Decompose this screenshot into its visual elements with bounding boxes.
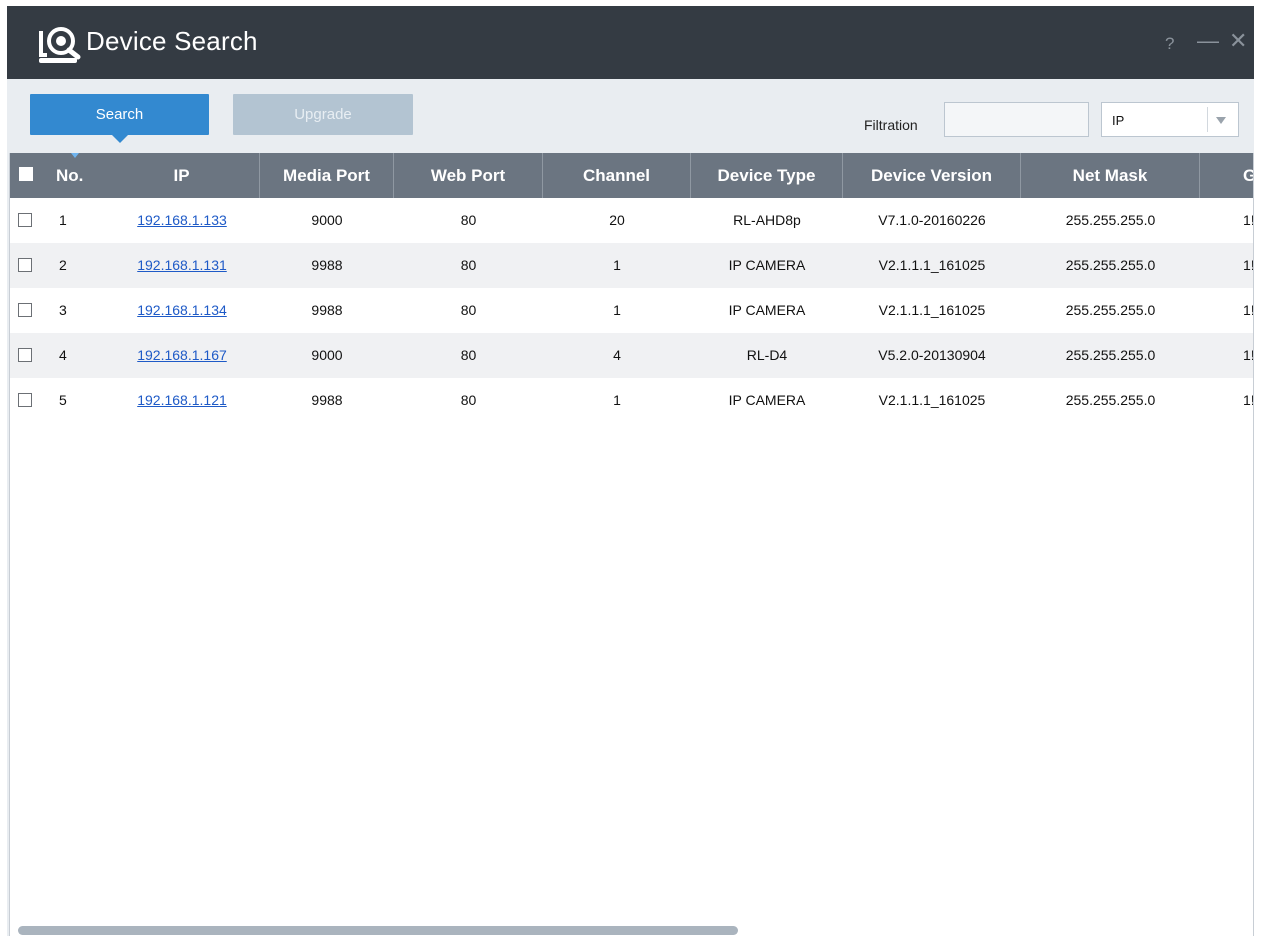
column-header-web-port[interactable]: Web Port bbox=[394, 153, 543, 198]
column-header-device-type[interactable]: Device Type bbox=[691, 153, 843, 198]
cell-channel: 1 bbox=[613, 392, 621, 408]
table-row[interactable]: 5 192.168.1.121 9988 80 1 IP CAMERA V2.1.1.1_1… bbox=[10, 378, 1254, 423]
cell-gateway: 1! bbox=[1243, 347, 1254, 363]
cell-net-mask: 255.255.255.0 bbox=[1065, 302, 1156, 318]
cell-media-port: 9000 bbox=[311, 347, 343, 363]
device-ip-link[interactable]: 192.168.1.133 bbox=[137, 212, 227, 228]
cell-gateway: 1! bbox=[1243, 257, 1254, 273]
row-checkbox[interactable] bbox=[18, 258, 32, 272]
column-header-net-mask[interactable]: Net Mask bbox=[1021, 153, 1200, 198]
window-title: Device Search bbox=[86, 26, 258, 56]
upgrade-button[interactable]: Upgrade bbox=[233, 94, 413, 135]
cell-media-port: 9988 bbox=[311, 302, 343, 318]
cell-gateway: 1! bbox=[1243, 392, 1254, 408]
device-ip-link[interactable]: 192.168.1.167 bbox=[137, 347, 227, 363]
row-checkbox[interactable] bbox=[18, 393, 32, 407]
cell-device-type: RL-D4 bbox=[746, 347, 788, 363]
filter-type-select[interactable]: IP bbox=[1101, 102, 1239, 137]
search-button[interactable]: Search bbox=[30, 94, 209, 143]
table-row[interactable]: 2 192.168.1.131 9988 80 1 IP CAMERA V2.1.1.1_1… bbox=[10, 243, 1254, 288]
cell-device-version: V2.1.1.1_161025 bbox=[878, 302, 986, 318]
table-row[interactable]: 3 192.168.1.134 9988 80 1 IP CAMERA V2.1.1.1_1… bbox=[10, 288, 1254, 333]
column-header-no[interactable]: No. bbox=[44, 153, 104, 198]
cell-web-port: 80 bbox=[460, 302, 477, 318]
cell-media-port: 9988 bbox=[311, 257, 343, 273]
cell-device-version: V5.2.0-20130904 bbox=[878, 347, 986, 363]
filter-type-value: IP bbox=[1112, 113, 1125, 128]
cell-net-mask: 255.255.255.0 bbox=[1065, 212, 1156, 228]
cell-channel: 1 bbox=[613, 257, 621, 273]
select-divider bbox=[1207, 107, 1208, 132]
device-ip-link[interactable]: 192.168.1.131 bbox=[137, 257, 227, 273]
cell-web-port: 80 bbox=[460, 392, 477, 408]
cell-ip: 192.168.1.133 bbox=[104, 198, 260, 243]
table-row[interactable]: 4 192.168.1.167 9000 80 4 RL-D4 V5.2.0-2013090… bbox=[10, 333, 1254, 378]
cell-device-version: V2.1.1.1_161025 bbox=[878, 392, 986, 408]
cell-no: 4 bbox=[59, 347, 67, 363]
device-search-logo-icon bbox=[39, 27, 81, 63]
dropdown-arrow-icon[interactable] bbox=[1216, 117, 1226, 124]
cell-channel: 1 bbox=[613, 302, 621, 318]
cell-channel: 20 bbox=[609, 212, 625, 228]
cell-web-port: 80 bbox=[460, 347, 477, 363]
cell-net-mask: 255.255.255.0 bbox=[1065, 257, 1156, 273]
minimize-button[interactable]: — bbox=[1197, 28, 1219, 54]
filtration-label: Filtration bbox=[864, 117, 918, 133]
row-checkbox[interactable] bbox=[18, 213, 32, 227]
cell-ip: 192.168.1.121 bbox=[104, 378, 260, 423]
select-all-checkbox[interactable] bbox=[19, 167, 33, 181]
row-checkbox[interactable] bbox=[18, 348, 32, 362]
cell-no: 1 bbox=[59, 212, 67, 228]
cell-no: 2 bbox=[59, 257, 67, 273]
table-header: No. IP Media Port Web Port Channel Devic… bbox=[10, 153, 1253, 198]
cell-channel: 4 bbox=[613, 347, 621, 363]
column-header-ip[interactable]: IP bbox=[104, 153, 260, 198]
cell-ip: 192.168.1.131 bbox=[104, 243, 260, 288]
column-header-media-port[interactable]: Media Port bbox=[260, 153, 394, 198]
cell-gateway: 1! bbox=[1243, 302, 1254, 318]
cell-gateway: 1! bbox=[1243, 212, 1254, 228]
cell-device-type: IP CAMERA bbox=[728, 257, 806, 273]
cell-net-mask: 255.255.255.0 bbox=[1065, 392, 1156, 408]
row-checkbox[interactable] bbox=[18, 303, 32, 317]
cell-ip: 192.168.1.167 bbox=[104, 333, 260, 378]
toolbar: Search Upgrade Filtration IP bbox=[7, 79, 1254, 153]
device-table: No. IP Media Port Web Port Channel Devic… bbox=[9, 153, 1254, 936]
column-header-gateway[interactable]: G bbox=[1200, 153, 1253, 198]
cell-web-port: 80 bbox=[460, 212, 477, 228]
device-search-window: Device Search ? — ✕ Search Upgrade Filtr… bbox=[7, 6, 1254, 936]
filtration-input[interactable] bbox=[944, 102, 1089, 137]
column-header-device-version[interactable]: Device Version bbox=[843, 153, 1021, 198]
cell-device-type: IP CAMERA bbox=[728, 392, 806, 408]
cell-no: 3 bbox=[59, 302, 67, 318]
close-button[interactable]: ✕ bbox=[1229, 28, 1247, 54]
cell-device-type: IP CAMERA bbox=[728, 302, 806, 318]
horizontal-scrollbar-thumb[interactable] bbox=[18, 926, 738, 935]
cell-media-port: 9988 bbox=[311, 392, 343, 408]
cell-device-version: V7.1.0-20160226 bbox=[878, 212, 986, 228]
cell-media-port: 9000 bbox=[311, 212, 343, 228]
cell-net-mask: 255.255.255.0 bbox=[1065, 347, 1156, 363]
title-bar: Device Search ? — ✕ bbox=[7, 6, 1254, 79]
column-header-channel[interactable]: Channel bbox=[543, 153, 691, 198]
table-row[interactable]: 1 192.168.1.133 9000 80 20 RL-AHD8p V7.1.0-201… bbox=[10, 198, 1254, 243]
device-ip-link[interactable]: 192.168.1.134 bbox=[137, 302, 227, 318]
device-ip-link[interactable]: 192.168.1.121 bbox=[137, 392, 227, 408]
cell-device-type: RL-AHD8p bbox=[733, 212, 801, 228]
help-button[interactable]: ? bbox=[1165, 34, 1174, 54]
cell-device-version: V2.1.1.1_161025 bbox=[878, 257, 986, 273]
cell-ip: 192.168.1.134 bbox=[104, 288, 260, 333]
cell-web-port: 80 bbox=[460, 257, 477, 273]
cell-no: 5 bbox=[59, 392, 67, 408]
